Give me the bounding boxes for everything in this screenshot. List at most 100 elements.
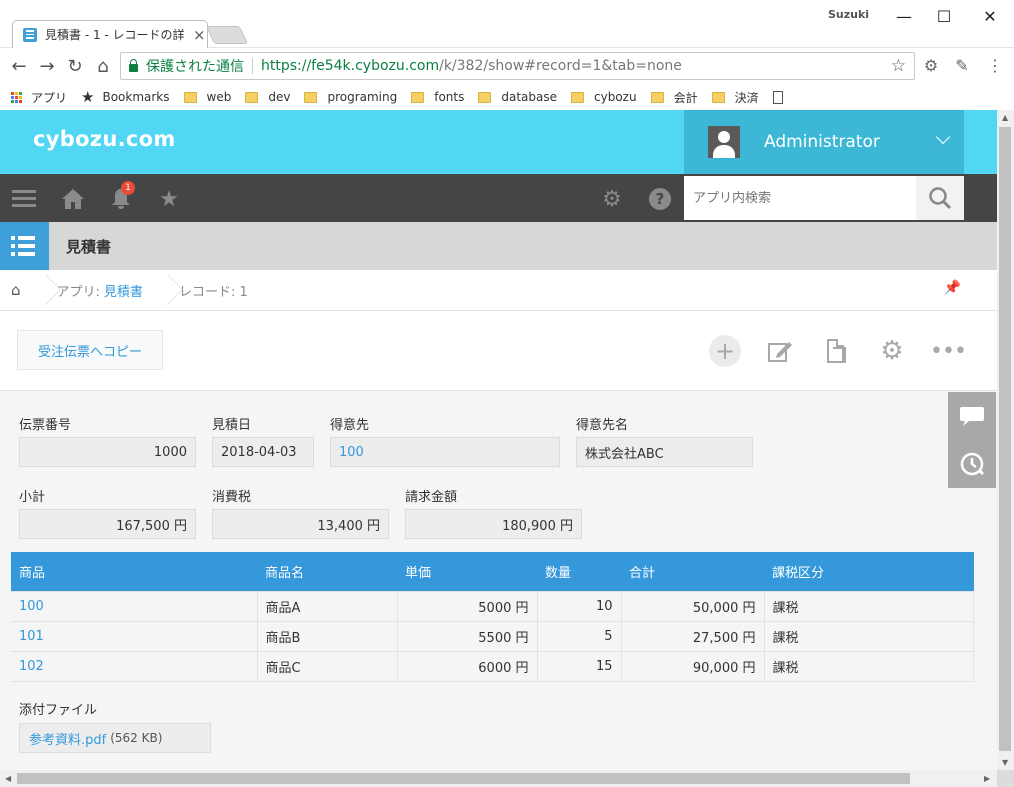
app-search[interactable] — [684, 176, 916, 220]
star-icon: ★ — [81, 88, 95, 106]
table-cell: 商品C — [256, 650, 398, 682]
comment-icon[interactable] — [948, 392, 996, 440]
maximize-icon[interactable]: ☐ — [924, 2, 964, 30]
field-subtotal: 167,500 円 — [19, 509, 196, 539]
search-button[interactable] — [916, 176, 964, 220]
tab-close-icon[interactable]: × — [193, 26, 206, 44]
table-cell: 5000 円 — [396, 590, 538, 622]
field-estimate-date: 2018-04-03 — [212, 437, 314, 467]
app-list-icon[interactable] — [0, 222, 49, 270]
record-action-bar: 受注伝票へコピー + ⚙ ••• — [0, 311, 997, 391]
product-code-link[interactable]: 102 — [11, 650, 258, 682]
browser-titlebar: 見積書 - 1 - レコードの詳細 × Suzuki — ☐ ✕ — [0, 0, 1014, 48]
bookmark-programing[interactable]: programing — [304, 90, 397, 104]
tab-title: 見積書 - 1 - レコードの詳細 — [45, 28, 185, 42]
back-icon[interactable]: ← — [5, 52, 33, 80]
more-options-icon[interactable]: ••• — [930, 335, 967, 367]
history-icon[interactable] — [948, 440, 996, 488]
scroll-up-arrow-icon[interactable]: ▲ — [1002, 113, 1008, 122]
help-icon[interactable]: ? — [647, 186, 673, 212]
user-menu[interactable]: Administrator — [684, 110, 964, 174]
bookmark-apps[interactable]: アプリ — [11, 89, 67, 106]
cybozu-logo[interactable]: cybozu.com — [33, 127, 176, 151]
close-window-icon[interactable]: ✕ — [970, 2, 1010, 30]
table-cell: 15 — [536, 650, 622, 682]
record-settings-gear-icon[interactable]: ⚙ — [876, 335, 908, 367]
home-icon[interactable]: ⌂ — [89, 52, 117, 80]
svg-text:?: ? — [656, 190, 665, 208]
vertical-scrollbar[interactable]: ▲ ▼ — [997, 110, 1014, 770]
bookmark-payment[interactable]: 決済 — [711, 89, 759, 106]
column-header: 合計 — [621, 552, 764, 591]
new-tab-button[interactable] — [205, 26, 249, 44]
vertical-scroll-thumb[interactable] — [999, 127, 1011, 751]
bookmark-web[interactable]: web — [183, 90, 231, 104]
bookmark-database[interactable]: database — [478, 90, 557, 104]
table-cell: 90,000 円 — [620, 650, 765, 682]
profile-name[interactable]: Suzuki — [828, 8, 869, 21]
product-code-link[interactable]: 101 — [11, 620, 258, 652]
duplicate-record-icon[interactable] — [820, 335, 852, 367]
url-path: /k/382/show#record=1&tab=none — [439, 58, 682, 74]
bookmark-bookmarks[interactable]: ★ Bookmarks — [81, 88, 170, 106]
breadcrumb-app-link[interactable]: 見積書 — [104, 281, 143, 300]
table-cell: 課税 — [763, 650, 974, 682]
bookmark-cybozu[interactable]: cybozu — [571, 90, 637, 104]
field-slip-no: 1000 — [19, 437, 196, 467]
copy-to-order-button[interactable]: 受注伝票へコピー — [17, 330, 163, 370]
field-label-subtotal: 小計 — [19, 490, 46, 505]
horizontal-scrollbar[interactable]: ◀ ▶ — [0, 770, 997, 787]
page-icon — [772, 90, 783, 104]
column-header: 課税区分 — [764, 552, 974, 591]
field-label-attachment: 添付ファイル — [19, 703, 98, 718]
forward-icon[interactable]: → — [33, 52, 61, 80]
table-row: 102 商品C 6000 円 15 90,000 円 課税 — [11, 650, 974, 682]
app-search-input[interactable] — [693, 190, 893, 206]
scroll-left-arrow-icon[interactable]: ◀ — [5, 774, 11, 783]
chrome-menu-icon[interactable]: ⋮ — [984, 54, 1006, 76]
folder-icon — [478, 91, 492, 103]
extension-icon[interactable]: ✎ — [951, 54, 973, 76]
folder-icon — [183, 91, 197, 103]
table-cell: 6000 円 — [396, 650, 538, 682]
global-header: cybozu.com Administrator — [0, 110, 997, 174]
edit-record-icon[interactable] — [764, 335, 796, 367]
customer-lookup-link[interactable]: 100 — [339, 445, 364, 460]
folder-icon — [304, 91, 318, 103]
portal-home-icon[interactable] — [60, 186, 86, 212]
notification-badge: 1 — [121, 181, 135, 195]
breadcrumb-home-icon[interactable]: ⌂ — [11, 281, 21, 299]
add-record-icon[interactable]: + — [709, 335, 741, 367]
scroll-right-arrow-icon[interactable]: ▶ — [984, 774, 990, 783]
favorites-star-icon[interactable]: ★ — [156, 186, 182, 212]
menu-icon[interactable] — [12, 186, 38, 212]
pin-icon[interactable]: 📌 — [944, 280, 961, 296]
bookmark-fonts[interactable]: fonts — [411, 90, 464, 104]
bookmark-label: アプリ — [31, 90, 68, 105]
bookmark-label: dev — [268, 90, 291, 104]
bookmark-star-icon[interactable]: ☆ — [891, 56, 906, 76]
address-bar[interactable]: 保護された通信 https://fe54k.cybozu.com/k/382/s… — [120, 52, 915, 80]
attachment-file-link[interactable]: 参考資料.pdf — [29, 729, 106, 748]
horizontal-scroll-thumb[interactable] — [17, 773, 910, 784]
table-cell: 27,500 円 — [620, 620, 765, 652]
bookmark-page[interactable] — [772, 90, 789, 104]
field-tax: 13,400 円 — [212, 509, 389, 539]
app-title: 見積書 — [66, 238, 112, 256]
bookmark-accounting[interactable]: 会計 — [650, 89, 698, 106]
minimize-icon[interactable]: — — [884, 2, 924, 30]
breadcrumb-separator — [153, 270, 175, 311]
browser-tab[interactable]: 見積書 - 1 - レコードの詳細 × — [12, 20, 208, 48]
table-row: 101 商品B 5500 円 5 27,500 円 課税 — [11, 620, 974, 652]
breadcrumb-app-prefix: アプリ: — [56, 284, 100, 300]
product-code-link[interactable]: 100 — [11, 590, 258, 622]
table-cell: 5 — [536, 620, 622, 652]
column-header: 商品名 — [257, 552, 397, 591]
extension-gear-icon[interactable]: ⚙ — [920, 54, 942, 76]
reload-icon[interactable]: ↻ — [61, 52, 89, 80]
scroll-down-arrow-icon[interactable]: ▼ — [1002, 758, 1008, 767]
settings-gear-icon[interactable]: ⚙ — [599, 186, 625, 212]
bookmark-dev[interactable]: dev — [245, 90, 290, 104]
omnibox-separator — [252, 58, 253, 74]
field-attachment: 参考資料.pdf (562 KB) — [19, 723, 211, 753]
